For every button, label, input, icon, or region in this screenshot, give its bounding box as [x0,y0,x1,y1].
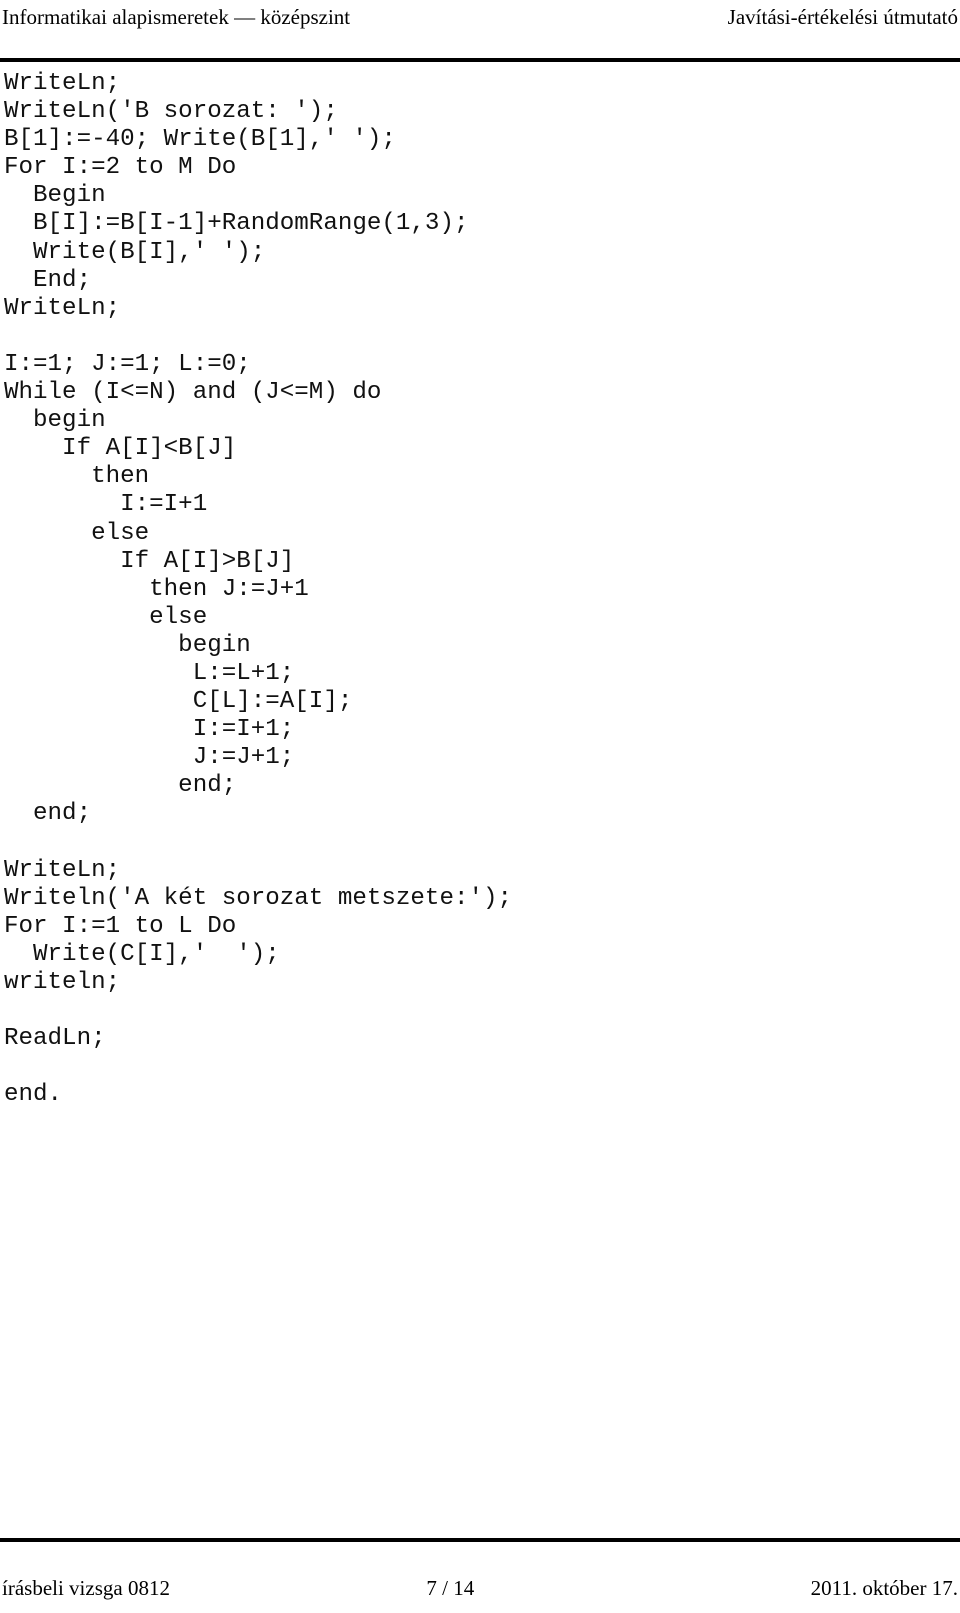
code-line: begin [4,407,106,435]
code-line: Writeln('A két sorozat metszete:'); [4,884,513,912]
code-line: For I:=1 to L Do [4,912,237,940]
code-line: end; [4,800,92,828]
pascal-code-block: WriteLn; WriteLn('B sorozat: '); B[1]:=-40… [4,70,956,1109]
code-line: B[I]:=B[I-1]+RandomRange(1,3); [4,210,469,238]
footer-divider-rule [0,1538,960,1542]
code-line: WriteLn; [4,856,121,884]
code-line: WriteLn; [4,294,121,322]
code-line: If A[I]>B[J] [4,547,295,575]
header-divider-rule [0,58,960,62]
code-line: writeln; [4,969,121,996]
footer-page-number: 7 / 14 [426,1576,475,1600]
header-subject-title: Informatikai alapismeretek — középszint [2,5,351,29]
code-line: Begin [4,182,106,210]
code-line: Write(C[I],' '); [4,940,280,968]
code-line: WriteLn; [4,70,121,97]
code-line: else [4,519,150,547]
code-line: else [4,603,208,631]
code-line: I:=I+1; [4,716,295,744]
code-line: end; [4,772,237,800]
code-line: End; [4,266,92,294]
code-line: If A[I]<B[J] [4,435,237,463]
code-line: WriteLn('B sorozat: '); [4,98,338,126]
header-document-type: Javítási-értékelési útmutató [727,5,958,29]
code-line: B[1]:=-40; Write(B[1],' '); [4,126,396,154]
code-line: begin [4,631,251,659]
footer-exam-date: 2011. október 17. [810,1576,958,1600]
code-line: Write(B[I],' '); [4,238,266,266]
document-page: Informatikai alapismeretek — középszint … [0,0,960,1613]
code-line: then [4,463,150,491]
code-line: L:=L+1; [4,659,295,687]
code-line: then J:=J+1 [4,575,309,603]
code-line: While (I<=N) and (J<=M) do [4,379,382,407]
footer-exam-code: írásbeli vizsga 0812 [2,1576,170,1600]
page-footer: írásbeli vizsga 0812 7 / 14 2011. októbe… [0,1572,960,1604]
code-line: ReadLn; [4,1025,106,1053]
code-line: end. [4,1081,63,1109]
code-line: J:=J+1; [4,744,295,772]
page-header: Informatikai alapismeretek — középszint … [0,4,960,34]
code-line: I:=1; J:=1; L:=0; [4,350,251,378]
code-line: I:=I+1 [4,491,208,519]
code-line: For I:=2 to M Do [4,154,237,182]
code-line: C[L]:=A[I]; [4,688,353,716]
